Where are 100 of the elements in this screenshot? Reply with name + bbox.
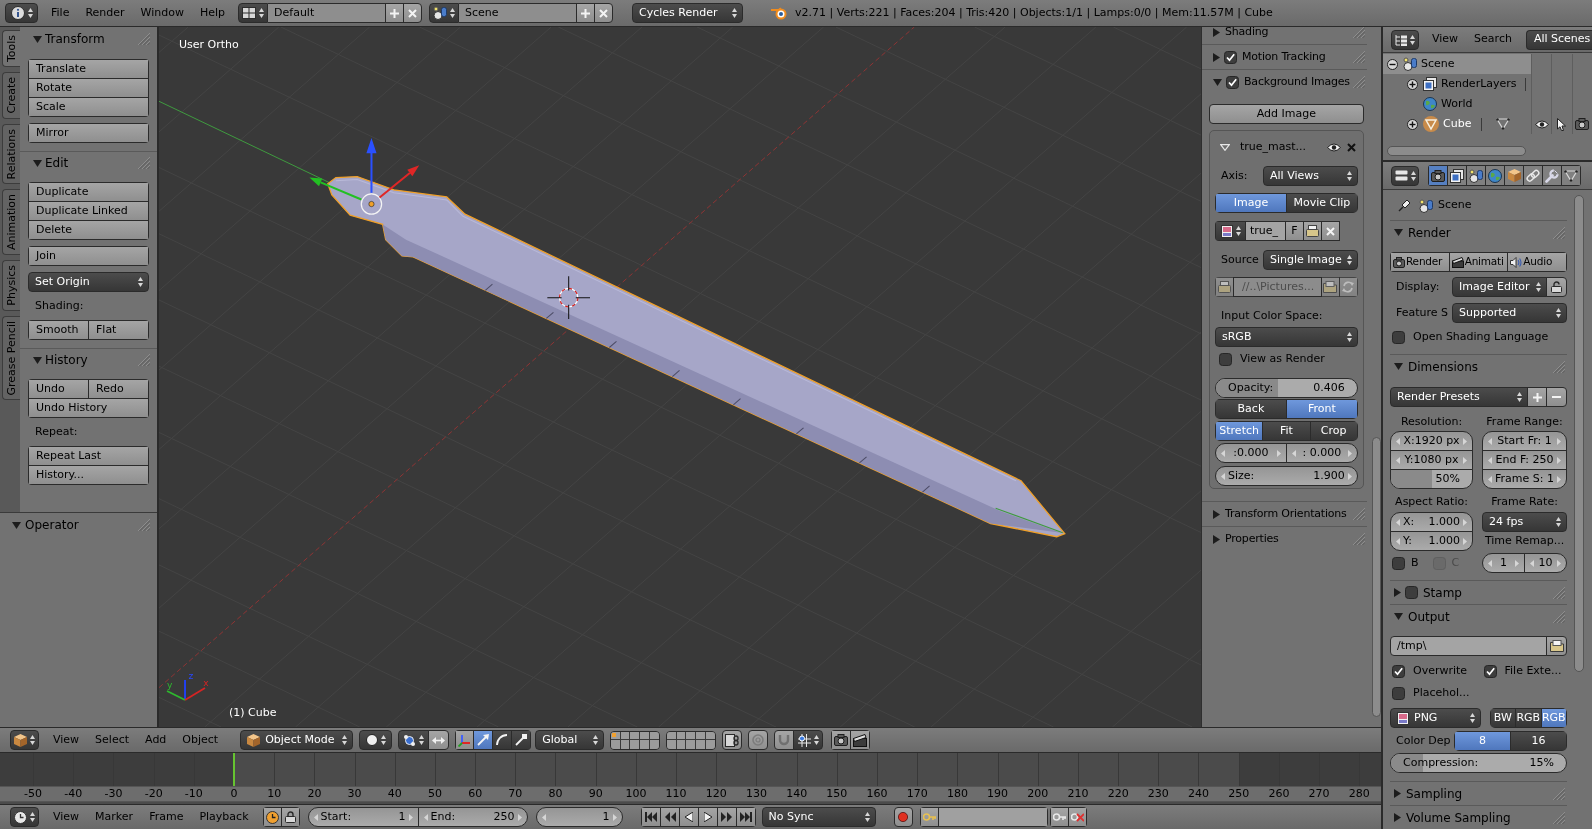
- playback-button[interactable]: [716, 807, 737, 827]
- option-button[interactable]: Image: [1215, 193, 1287, 213]
- current-frame-field[interactable]: 1: [535, 807, 623, 827]
- menu-item[interactable]: View: [1424, 29, 1467, 50]
- add-button[interactable]: [576, 3, 596, 23]
- tool-button[interactable]: Duplicate: [28, 182, 149, 202]
- end-frame-field[interactable]: End: 250: [417, 807, 528, 827]
- tool-button[interactable]: Delete: [28, 220, 149, 240]
- plus-circle-icon[interactable]: [1407, 118, 1418, 130]
- properties-tab[interactable]: [1542, 165, 1562, 186]
- layer-button[interactable]: [676, 740, 687, 749]
- option-button[interactable]: RGB: [1540, 708, 1567, 728]
- panel-title[interactable]: Properties: [1225, 530, 1279, 548]
- properties-tab[interactable]: [1428, 165, 1448, 186]
- y-axis-arrow[interactable]: [309, 177, 362, 201]
- down-triangle-icon[interactable]: [33, 35, 42, 43]
- origin-dropdown[interactable]: Set Origin: [28, 272, 149, 292]
- editor-type-button[interactable]: [1391, 165, 1419, 186]
- option-button[interactable]: RGB: [1515, 708, 1542, 728]
- remove-preset-button[interactable]: [1546, 387, 1567, 407]
- checkbox-label[interactable]: Open Shading Language: [1413, 328, 1549, 346]
- down-triangle-icon[interactable]: [12, 521, 21, 529]
- layer-button[interactable]: [611, 740, 621, 749]
- layer-button[interactable]: [686, 740, 696, 749]
- tool-tab[interactable]: Tools: [2, 30, 20, 68]
- tool-button[interactable]: Mirror: [28, 123, 149, 143]
- properties-tab[interactable]: [1504, 165, 1524, 186]
- x-axis-arrow[interactable]: [378, 165, 420, 199]
- number-field[interactable]: 10: [1524, 553, 1567, 573]
- right-triangle-icon[interactable]: [1394, 588, 1401, 597]
- layer-button[interactable]: [695, 740, 706, 749]
- panel-title[interactable]: Edit: [45, 154, 69, 172]
- layer-button[interactable]: [639, 731, 650, 740]
- frame-ruler[interactable]: -50 -40 -30 -20 -10 0 10 20 30 40 50 60 70 80 90 100 110 120 130 140 150 160 170 180 190 200 210 220 230 240 250 260 270 280: [0, 786, 1381, 802]
- frame-rate-dropdown[interactable]: 24 fps: [1482, 512, 1567, 532]
- right-triangle-icon[interactable]: [1394, 789, 1401, 798]
- axis-dropdown[interactable]: All Views: [1263, 166, 1358, 186]
- presets-dropdown[interactable]: Render Presets: [1390, 387, 1528, 407]
- image-browse-button[interactable]: [1215, 221, 1246, 241]
- panel-title[interactable]: Output: [1408, 607, 1450, 626]
- playback-button[interactable]: [640, 807, 661, 827]
- right-triangle-icon[interactable]: [1213, 509, 1220, 519]
- scene-browse-button[interactable]: [429, 3, 460, 23]
- tool-button[interactable]: Flat: [88, 320, 149, 340]
- record-button[interactable]: [893, 807, 913, 827]
- menu-item[interactable]: View: [45, 807, 88, 827]
- tool-button[interactable]: Join: [28, 246, 149, 266]
- down-triangle-icon[interactable]: [1394, 363, 1403, 370]
- add-image-button[interactable]: Add Image: [1209, 104, 1364, 124]
- start-frame-field[interactable]: Start: 1: [307, 807, 419, 827]
- tool-button[interactable]: Undo: [28, 379, 89, 399]
- orientation-dropdown[interactable]: Global: [535, 730, 605, 750]
- tool-button[interactable]: Translate: [28, 59, 149, 79]
- number-field[interactable]: Frame S: 1: [1482, 469, 1567, 489]
- tool-button[interactable]: Undo History: [28, 398, 149, 418]
- delete-button[interactable]: [594, 3, 614, 23]
- menu-item[interactable]: View: [45, 730, 88, 750]
- down-triangle-icon[interactable]: [33, 356, 42, 364]
- tool-button[interactable]: Rotate: [28, 78, 149, 98]
- checkbox[interactable]: [1405, 586, 1418, 599]
- playback-button[interactable]: [659, 807, 680, 827]
- pin-icon[interactable]: [1398, 199, 1411, 212]
- editor-type-button[interactable]: [5, 3, 38, 23]
- keying-set-field[interactable]: [937, 807, 1048, 827]
- menu-item[interactable]: Help: [191, 3, 234, 23]
- properties-tab[interactable]: [1561, 165, 1581, 186]
- reload-button[interactable]: [1338, 277, 1358, 297]
- panel-title[interactable]: History: [45, 351, 88, 369]
- checkbox[interactable]: [1224, 50, 1237, 64]
- scrollbar[interactable]: [1371, 437, 1381, 717]
- layer-button[interactable]: [620, 740, 631, 749]
- tool-tab[interactable]: Physics: [2, 260, 20, 311]
- panel-title[interactable]: Render: [1408, 223, 1451, 242]
- option-button[interactable]: Fit: [1262, 421, 1311, 441]
- panel-title[interactable]: Shading: [1225, 27, 1269, 41]
- pack-button[interactable]: [1215, 277, 1234, 297]
- editor-type-button[interactable]: [1391, 29, 1419, 50]
- render-action-button[interactable]: Audio: [1507, 252, 1567, 272]
- panel-title[interactable]: Background Images: [1244, 73, 1350, 91]
- menu-item[interactable]: Playback: [191, 807, 257, 827]
- proportional-edit-button[interactable]: [748, 730, 769, 750]
- right-triangle-icon[interactable]: [1213, 27, 1220, 37]
- display-dropdown[interactable]: Image Editor: [1452, 277, 1547, 297]
- output-path-field[interactable]: /tmp\: [1390, 636, 1547, 656]
- browse-folder-button[interactable]: [1320, 277, 1340, 297]
- layout-browse-button[interactable]: [238, 3, 269, 23]
- checkbox[interactable]: [1219, 352, 1232, 366]
- slider[interactable]: Compression: 15%: [1390, 753, 1567, 773]
- display-mode-dropdown[interactable]: All Scenes: [1525, 29, 1592, 50]
- option-button[interactable]: Movie Clip: [1285, 193, 1358, 213]
- render-image-button[interactable]: [831, 730, 852, 750]
- layer-button[interactable]: [667, 740, 677, 749]
- tool-button[interactable]: Redo: [88, 379, 149, 399]
- browse-folder-button[interactable]: [1546, 636, 1567, 656]
- slider[interactable]: Opacity: 0.406: [1215, 378, 1358, 398]
- minus-circle-icon[interactable]: [1387, 58, 1398, 70]
- layer-button[interactable]: [667, 731, 677, 740]
- outliner-label[interactable]: RenderLayers: [1441, 75, 1517, 93]
- menu-item[interactable]: Add: [137, 730, 175, 750]
- number-field[interactable]: Y:1080 px: [1390, 450, 1474, 470]
